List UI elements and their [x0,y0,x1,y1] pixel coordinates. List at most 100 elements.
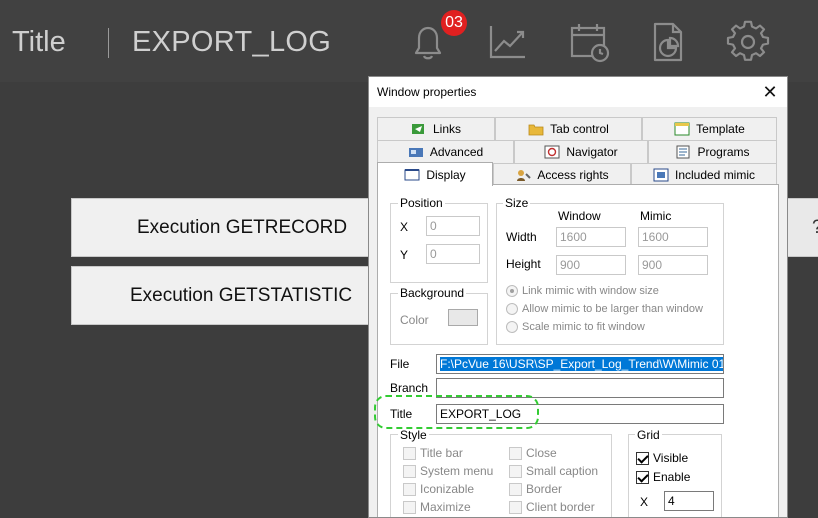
app-title: Title [12,26,66,58]
tab-tab-control[interactable]: Tab control [495,117,642,140]
tab-advanced[interactable]: Advanced [377,140,514,163]
client-border-checkbox[interactable]: Client border [509,500,595,514]
tab-programs[interactable]: Programs [648,140,777,163]
scale-mimic-radio[interactable]: Scale mimic to fit window [506,321,645,333]
page-name: EXPORT_LOG [132,26,332,58]
checkbox-label: Iconizable [420,482,475,496]
window-column-header: Window [558,209,601,223]
gear-icon[interactable] [726,20,770,64]
position-y-input[interactable]: 0 [426,244,480,264]
radio-dot [506,321,518,333]
display-tab-panel: Position X 0 Y 0 Size Window Mimic Width… [377,184,779,517]
checkbox-label: Border [526,482,563,496]
checkbox-box [636,470,649,484]
background-legend: Background [398,286,467,300]
advanced-icon [408,148,423,157]
radio-label: Allow mimic to be larger than window [522,303,703,315]
position-legend: Position [398,196,445,210]
window-height-input[interactable]: 900 [556,255,626,275]
close-button[interactable]: ✕ [759,81,781,103]
grid-legend: Grid [635,428,662,442]
position-group [390,203,488,283]
link-mimic-radio[interactable]: Link mimic with window size [506,285,659,297]
checkbox-box [636,451,649,465]
links-icon [411,124,424,134]
mimic-width-input[interactable]: 1600 [638,227,708,247]
title-label: Title [390,407,413,421]
border-checkbox[interactable]: Border [509,482,562,496]
folder-icon [528,124,544,136]
grid-x-input[interactable]: 4 [664,491,714,511]
execution-getstatistic-button[interactable]: Execution GETSTATISTIC [71,266,381,325]
tab-navigator[interactable]: Navigator [514,140,648,163]
tab-label: Advanced [429,145,484,159]
dialog-titlebar[interactable]: Window properties ✕ [369,77,787,107]
mimic-height-input[interactable]: 900 [638,255,708,275]
tab-label: Navigator [566,145,618,159]
mimic-column-header: Mimic [640,209,672,223]
report-icon[interactable] [646,20,690,64]
tab-access-rights[interactable]: Access rights [493,163,631,186]
width-label: Width [506,230,537,244]
position-x-input[interactable]: 0 [426,216,480,236]
checkbox-box [403,446,416,460]
size-legend: Size [503,196,531,210]
checkbox-label: Enable [653,470,691,484]
branch-input[interactable] [436,378,724,398]
color-label: Color [400,313,429,327]
title-input[interactable]: EXPORT_LOG [436,404,724,424]
allow-larger-radio[interactable]: Allow mimic to be larger than window [506,303,703,315]
tab-label: Included mimic [674,168,756,182]
tab-display[interactable]: Display [377,162,493,186]
checkbox-box [403,500,416,514]
close-checkbox[interactable]: Close [509,446,557,460]
execution-getrecord-button[interactable]: Execution GETRECORD [71,198,381,257]
checkbox-box [403,464,416,478]
iconizable-checkbox[interactable]: Iconizable [403,482,474,496]
title-bar-checkbox[interactable]: Title bar [403,446,463,460]
dialog-title: Window properties [377,85,477,99]
tab-links[interactable]: Links [377,117,495,140]
branch-label: Branch [390,381,429,395]
grid-visible-checkbox[interactable]: Visible [636,451,688,465]
radio-label: Scale mimic to fit window [522,321,645,333]
checkbox-box [509,446,522,460]
tab-label: Tab control [550,122,609,136]
calendar-clock-icon[interactable] [568,20,612,64]
help-button[interactable]: ? [787,198,818,257]
radio-label: Link mimic with window size [522,285,659,297]
window-properties-dialog: Window properties ✕ Links Tab control Te… [368,76,788,518]
file-input[interactable]: F:\PcVue 16\USR\SP_Export_Log_Trend\W\Mi… [436,354,724,374]
trend-chart-icon[interactable] [486,20,530,64]
background-color-swatch[interactable] [448,309,478,326]
notification-badge[interactable]: 03 [441,10,467,36]
tab-label: Display [426,167,466,182]
access-rights-icon [517,170,532,181]
display-icon [404,168,420,180]
app-header: Title EXPORT_LOG 03 [0,0,818,82]
checkbox-label: Visible [653,451,689,465]
tab-included-mimic[interactable]: Included mimic [631,163,777,186]
height-label: Height [506,257,541,271]
radio-dot [506,303,518,315]
grid-enable-checkbox[interactable]: Enable [636,470,690,484]
window-width-input[interactable]: 1600 [556,227,626,247]
style-legend: Style [398,428,429,442]
file-label: File [390,357,410,371]
tab-label: Template [696,122,745,136]
system-menu-checkbox[interactable]: System menu [403,464,493,478]
checkbox-box [509,500,522,514]
checkbox-label: Title bar [420,446,463,460]
position-y-label: Y [400,248,409,262]
navigator-icon [544,145,560,159]
checkbox-label: System menu [420,464,494,478]
file-input-value: F:\PcVue 16\USR\SP_Export_Log_Trend\W\Mi… [440,357,724,371]
title-separator [108,28,109,58]
maximize-checkbox[interactable]: Maximize [403,500,471,514]
tab-label: Access rights [537,168,609,182]
small-caption-checkbox[interactable]: Small caption [509,464,598,478]
tab-template[interactable]: Template [642,117,777,140]
checkbox-label: Close [526,446,557,460]
checkbox-box [403,482,416,496]
template-icon [674,122,690,136]
